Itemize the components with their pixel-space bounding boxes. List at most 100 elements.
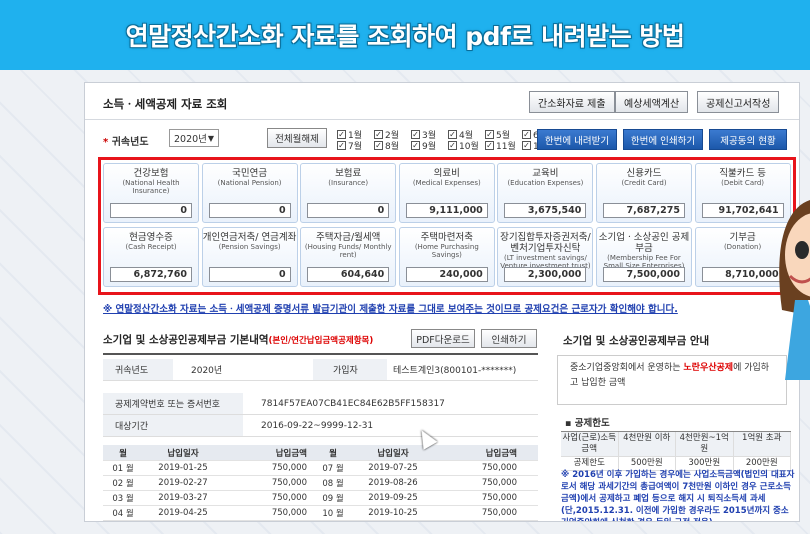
card-label: 현금영수증 [129, 232, 173, 243]
year-label-cell: 귀속년도 [103, 359, 173, 380]
card-english-label: (Cash Receipt) [125, 243, 177, 251]
table-cell: 01 월 [112, 464, 134, 474]
table-row: 05 월2019-05-25750,00011 월2019-11-25750,0… [103, 521, 538, 522]
deduction-card[interactable]: 현금영수증 (Cash Receipt) 6,872,760 [103, 227, 199, 287]
card-english-label: (Home Purchasing Savings) [414, 243, 479, 259]
period-label: 대상기간 [103, 415, 243, 436]
table-cell: 2019-01-25 [158, 463, 208, 473]
table-cell: 03 월 [112, 494, 134, 504]
deduction-card[interactable]: 국민연금 (National Pension) 0 [201, 163, 298, 223]
card-amount: 2,300,000 [504, 267, 587, 282]
limit-header: 사업(근로)소득금액 4천만원 이하 4천만원~1억원 1억원 초과 [561, 432, 791, 457]
tax-calc-button[interactable]: 예상세액계산 [615, 91, 689, 113]
table-cell: 750,000 [271, 493, 307, 503]
divider [85, 119, 799, 120]
guide-note: ※ 2016년 이후 가입하는 경우에는 사업소득금액(법인의 대표자로서 해당… [561, 470, 795, 521]
table-cell: 08 월 [322, 479, 344, 489]
year-select[interactable]: 2020년 ▼ [169, 129, 219, 147]
month-checkbox[interactable]: ✓ 7월 [337, 139, 362, 152]
month-checkbox[interactable]: ✓ 11월 [485, 139, 516, 152]
deduction-card[interactable]: 보험료 (Insurance) 0 [300, 163, 397, 223]
payment-table: 월 납입일자 납입금액 월 납입일자 납입금액 01 월 2019-01-25 750,000… [103, 445, 538, 522]
deduction-card[interactable]: 교육비 (Education Expenses) 3,675,540 [497, 163, 594, 223]
card-label: 교육비 [532, 168, 559, 179]
submit-simplified-button[interactable]: 간소화자료 제출 [529, 91, 615, 113]
hometax-panel: 소득ㆍ세액공제 자료 조회 간소화자료 제출 예상세액계산 공제신고서작성 * … [84, 82, 800, 522]
print-all-button[interactable]: 한번에 인쇄하기 [623, 129, 703, 150]
info-row: 공제계약번호 또는 증서번호 7814F57EA07CB41EC84E62B5F… [103, 393, 538, 415]
consent-status-button[interactable]: 제공동의 현황 [709, 129, 787, 150]
deduction-form-button[interactable]: 공제신고서작성 [697, 91, 780, 113]
info-row: 대상기간 2016-09-22~9999-12-31 [103, 415, 538, 437]
deduction-card[interactable]: 건강보험 (National Health Insurance) 0 [103, 163, 199, 223]
column-header: 납입금액 [275, 448, 307, 459]
card-label: 주택마련저축 [420, 232, 474, 243]
info-row: 귀속년도 2020년 가입자 테스트계인3(800101-*******) [103, 359, 538, 381]
deduction-card[interactable]: 의료비 (Medical Expenses) 9,111,000 [398, 163, 495, 223]
column-header: 월 [329, 448, 337, 459]
card-label: 건강보험 [133, 168, 169, 179]
year-label: * 귀속년도 [103, 137, 149, 148]
contract-value: 7814F57EA07CB41EC84E62B5FF158317 [261, 398, 445, 409]
print-button[interactable]: 인쇄하기 [481, 329, 537, 348]
period-value: 2016-09-22~9999-12-31 [261, 420, 374, 431]
page-title: 소득ㆍ세액공제 자료 조회 [103, 97, 228, 111]
month-checkbox[interactable]: ✓ 8월 [374, 139, 399, 152]
card-english-label: (National Pension) [217, 179, 282, 187]
table-row: 03 월 2019-03-27 750,000 09 월 2019-09-25 750,0… [103, 491, 538, 506]
table-cell: 02 월 [112, 479, 134, 489]
table-header: 월 납입일자 납입금액 월 납입일자 납입금액 [103, 445, 538, 461]
limit-cell: 4천만원 이하 [618, 432, 676, 456]
card-english-label: (Education Expenses) [507, 179, 584, 187]
card-amount: 6,872,760 [110, 267, 192, 282]
table-row: 01 월 2019-01-25 750,000 07 월 2019-07-25 750,0… [103, 461, 538, 476]
table-cell: 2019-04-25 [158, 508, 208, 518]
right-section-title: 소기업 및 소상공인공제부금 안내 [563, 335, 710, 347]
deduction-card[interactable]: 장기집합투자증권저축/ 벤처기업투자신탁 (LT investment savin… [497, 227, 594, 287]
table-cell: 750,000 [481, 508, 517, 518]
table-row: 02 월 2019-02-27 750,000 08 월 2019-08-26 750,0… [103, 476, 538, 491]
card-label: 개인연금저축/ 연금계좌 [202, 232, 297, 243]
card-amount: 0 [208, 203, 291, 218]
deduction-card[interactable]: 주택자금/월세액 (Housing Funds/ Monthly rent) 604… [300, 227, 397, 287]
column-header: 납입금액 [485, 448, 517, 459]
card-amount: 0 [307, 203, 390, 218]
table-cell: 07 월 [322, 464, 344, 474]
card-amount: 240,000 [405, 267, 488, 282]
card-amount: 3,675,540 [504, 203, 587, 218]
character-illustration [779, 200, 810, 380]
deduction-card[interactable]: 주택마련저축 (Home Purchasing Savings) 240,000 [398, 227, 495, 287]
select-all-button[interactable]: 전체월해제 [267, 128, 327, 148]
card-label: 의료비 [433, 168, 460, 179]
limit-table: 사업(근로)소득금액 4천만원 이하 4천만원~1억원 1억원 초과 공제한도 500만… [561, 431, 791, 471]
limit-title: ▪ 공제한도 [565, 418, 610, 429]
year-value: 2020년 [191, 366, 223, 376]
joiner-value: 테스트계인3(800101-*******) [393, 366, 517, 376]
table-cell: 2019-08-26 [368, 478, 418, 488]
table-cell: 750,000 [271, 508, 307, 518]
card-label: 보험료 [335, 168, 362, 179]
pdf-download-button[interactable]: PDF다운로드 [411, 329, 475, 348]
month-checkbox[interactable]: ✓ 9월 [411, 139, 436, 152]
deduction-card[interactable]: 신용카드 (Credit Card) 7,687,275 [596, 163, 692, 223]
deduction-card[interactable]: 개인연금저축/ 연금계좌 (Pension Savings) 0 [201, 227, 298, 287]
card-english-label: (Medical Expenses) [412, 179, 481, 187]
month-checkbox[interactable]: ✓ 10월 [448, 139, 479, 152]
banner-title: 연말정산간소화 자료를 조회하여 pdf로 내려받는 방법 [125, 22, 685, 51]
table-cell: 10 월 [322, 509, 344, 519]
card-label: 신용카드 [626, 168, 662, 179]
table-cell: 750,000 [271, 478, 307, 488]
info-box: 중소기업중앙회에서 운영하는 노란우산공제에 가입하고 납입한 금액 [557, 355, 787, 405]
table-cell: 09 월 [322, 494, 344, 504]
card-label: 소기업ㆍ소상공인 공제부금 [598, 232, 690, 254]
table-cell: 750,000 [271, 463, 307, 473]
table-cell: 2019-02-27 [158, 478, 208, 488]
card-amount: 7,500,000 [603, 267, 685, 282]
deduction-card[interactable]: 소기업ㆍ소상공인 공제부금 (Membership Fee For Small S… [596, 227, 692, 287]
download-all-button[interactable]: 한번에 내려받기 [537, 129, 617, 150]
card-label: 주택자금/월세액 [315, 232, 381, 243]
card-amount: 7,687,275 [603, 203, 685, 218]
limit-cell: 사업(근로)소득금액 [561, 432, 619, 456]
left-section-title: 소기업 및 소상공인공제부금 기본내역(본인/연간납입금액공제항목) [103, 334, 374, 346]
table-cell: 750,000 [481, 463, 517, 473]
